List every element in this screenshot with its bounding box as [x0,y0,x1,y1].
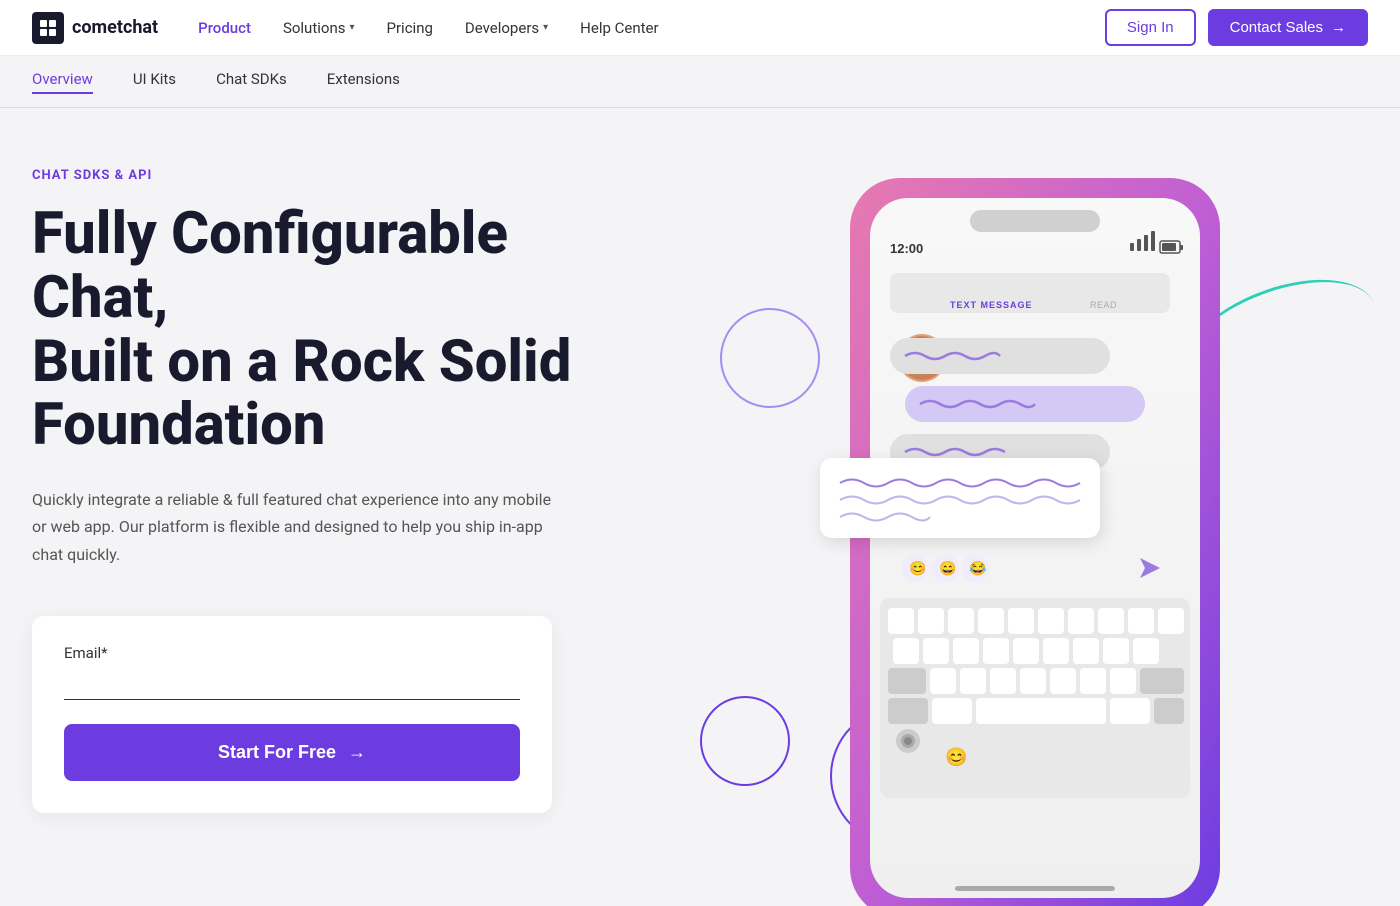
sign-in-button[interactable]: Sign In [1105,9,1196,46]
subnav-item-extensions[interactable]: Extensions [327,70,400,94]
svg-text:TEXT MESSAGE: TEXT MESSAGE [950,300,1033,310]
start-for-free-button[interactable]: Start For Free → [64,724,520,781]
developers-chevron-icon: ▾ [543,22,548,33]
nav-link-developers[interactable]: Developers ▾ [465,19,548,37]
logo-icon [32,12,64,44]
nav-link-help-center[interactable]: Help Center [580,19,658,37]
subnav: Overview UI Kits Chat SDKs Extensions [0,56,1400,108]
hero-description: Quickly integrate a reliable & full feat… [32,486,552,568]
subnav-item-ui-kits[interactable]: UI Kits [133,70,176,94]
hero-title: Fully Configurable Chat, Built on a Rock… [32,203,632,458]
start-arrow-icon: → [348,742,366,763]
svg-text:😊: 😊 [945,747,967,768]
contact-arrow-icon: → [1331,19,1346,36]
nav-link-solutions[interactable]: Solutions ▾ [283,19,355,37]
svg-text:😄: 😄 [939,560,956,577]
svg-text:😂: 😂 [969,560,987,577]
svg-text:12:00: 12:00 [890,241,923,256]
navbar: cometchat Product Solutions ▾ Pricing De… [0,0,1400,56]
logo-text: cometchat [72,17,158,38]
subnav-item-chat-sdks[interactable]: Chat SDKs [216,70,287,94]
nav-link-pricing[interactable]: Pricing [387,19,433,37]
nav-actions: Sign In Contact Sales → [1105,9,1368,46]
phone-illustration: 12:00 TEXT MESSAGE READ [730,138,1380,906]
hero-section: CHAT SDKS & API Fully Configurable Chat,… [0,108,1400,906]
section-label: CHAT SDKS & API [32,168,632,183]
hero-content: CHAT SDKS & API Fully Configurable Chat,… [32,168,632,813]
solutions-chevron-icon: ▾ [349,22,354,33]
nav-link-product[interactable]: Product [198,19,251,37]
email-input[interactable] [64,670,520,700]
email-form: Email* Start For Free → [32,616,552,813]
email-label: Email* [64,644,520,662]
nav-links: Product Solutions ▾ Pricing Developers ▾… [198,19,1105,37]
contact-sales-button[interactable]: Contact Sales → [1208,9,1368,46]
svg-text:😊: 😊 [909,560,926,577]
svg-text:READ: READ [1090,300,1117,310]
logo[interactable]: cometchat [32,12,158,44]
subnav-item-overview[interactable]: Overview [32,70,93,94]
